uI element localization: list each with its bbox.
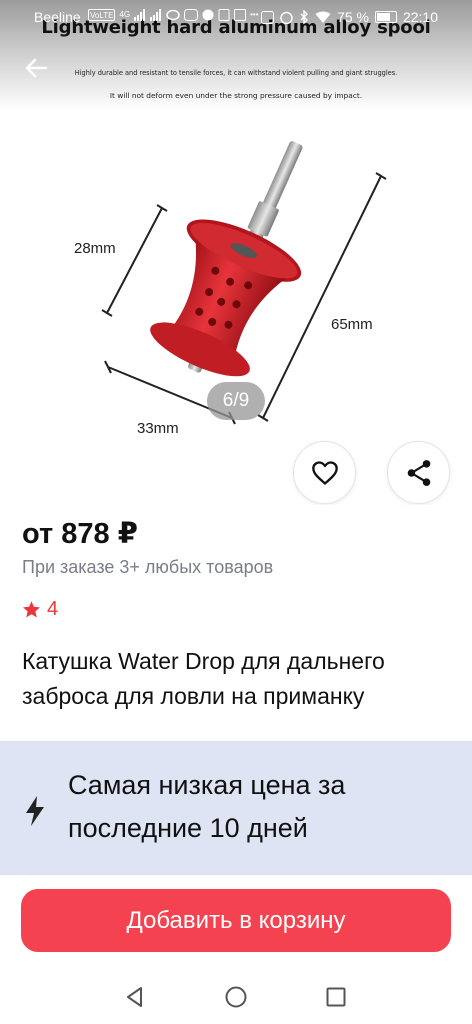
notification-app-icon	[166, 9, 180, 21]
signal-icon	[134, 9, 146, 21]
promo-line-1: Highly durable and resistant to tensile …	[74, 69, 398, 77]
favorite-button[interactable]	[293, 441, 356, 504]
circle-home-icon[interactable]	[224, 985, 248, 1009]
nfc-icon	[261, 10, 275, 24]
square-recent-icon[interactable]	[324, 985, 348, 1009]
share-icon	[407, 459, 430, 486]
product-image-gallery[interactable]: Lightweight hard aluminum alloy spool Hi…	[0, 0, 472, 505]
dimension-length-label: 65mm	[331, 316, 373, 333]
product-title: Катушка Water Drop для дальнего заброса …	[22, 648, 385, 709]
wifi-icon	[315, 11, 331, 23]
system-navigation-bar	[0, 968, 472, 1024]
price-condition-note: При заказе 3+ любых товаров	[22, 557, 274, 577]
alarm-icon	[280, 11, 293, 24]
bluetooth-icon	[300, 10, 309, 24]
back-arrow-icon[interactable]	[20, 52, 52, 84]
share-button[interactable]	[387, 441, 450, 504]
heart-icon	[311, 460, 338, 485]
bulb-app-icon	[202, 9, 214, 21]
dimension-height-label: 28mm	[74, 240, 116, 257]
product-rating[interactable]: 4	[22, 598, 58, 621]
image-app-icon	[234, 9, 247, 21]
volte-badge: VoLTE	[88, 9, 116, 21]
dimension-width-label: 33mm	[137, 420, 179, 437]
wildberries-app-icon	[184, 9, 199, 21]
rating-value: 4	[47, 598, 59, 620]
add-to-cart-button[interactable]: Добавить в корзину	[21, 889, 451, 952]
status-icons-left: VoLTE 4G •••	[88, 9, 259, 21]
image-counter: 6/9	[207, 382, 265, 420]
signal-secondary-icon	[150, 9, 162, 21]
lowest-price-text: Самая низкая цена за последние 10 дней	[68, 770, 346, 843]
lightning-icon	[26, 796, 44, 826]
star-icon	[23, 601, 40, 618]
carrier-name: Beeline	[34, 9, 81, 25]
status-icons-right: 75 % 22:10	[261, 9, 438, 25]
battery-icon	[374, 11, 397, 23]
battery-percent: 75 %	[337, 9, 369, 25]
promo-line-2: It will not deform even under the strong…	[109, 91, 363, 100]
triangle-back-icon[interactable]	[123, 985, 147, 1009]
document-app-icon	[218, 9, 230, 21]
status-bar: Beeline VoLTE 4G ••• 75 % 22:10	[0, 0, 472, 34]
product-price: от 878 ₽	[22, 518, 138, 550]
lowest-price-banner: Самая низкая цена за последние 10 дней	[0, 741, 472, 875]
network-type-label: 4G	[119, 10, 131, 19]
clock: 22:10	[402, 9, 438, 25]
more-notifications-icon: •••	[250, 10, 259, 19]
